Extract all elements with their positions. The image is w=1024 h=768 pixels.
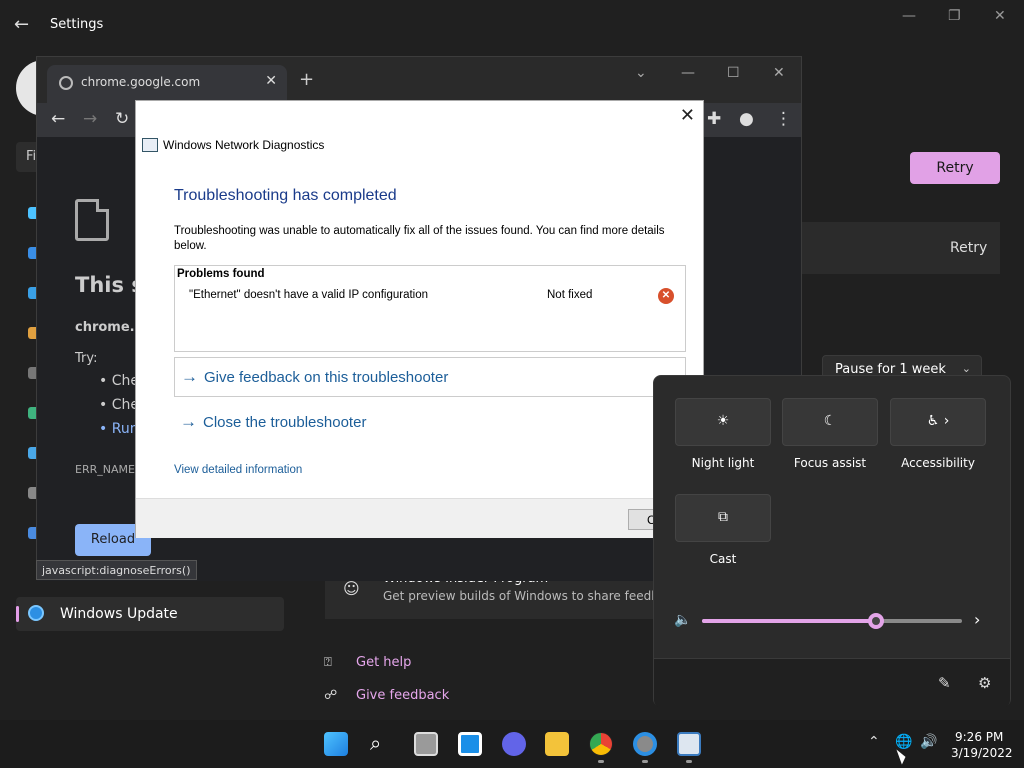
suggestion-item: • Che [99, 373, 139, 389]
sad-page-icon [75, 199, 109, 241]
chevron-up-icon[interactable]: ⌃ [868, 734, 880, 750]
teams-chat-icon[interactable] [502, 732, 526, 756]
cast-toggle[interactable]: ⧉ [675, 494, 771, 542]
volume-icon[interactable]: 🔈 [674, 612, 691, 628]
problem-status: Not fixed [547, 289, 593, 301]
taskbar: ⌕ ⌃ 🌐 🔊 9:26 PM 3/19/2022 [0, 720, 1024, 768]
clock-time[interactable]: 9:26 PM [955, 730, 1003, 744]
give-feedback-link[interactable]: ☍ Give feedback [324, 688, 449, 703]
cast-icon: ⧉ [718, 509, 728, 525]
chrome-minimize-icon[interactable]: — [681, 65, 695, 81]
network-diagnostics-taskbar-icon[interactable] [677, 732, 701, 756]
dialog-footer: C [136, 498, 708, 538]
dialog-heading: Troubleshooting has completed [174, 187, 397, 204]
error-host: chrome.g [75, 320, 144, 335]
night-light-toggle[interactable]: ☀ [675, 398, 771, 446]
running-indicator [686, 760, 692, 763]
new-tab-plus-icon[interactable]: + [299, 69, 314, 90]
volume-slider[interactable] [702, 613, 962, 629]
tab-title: chrome.google.com [81, 75, 201, 89]
give-feedback-troubleshooter-link[interactable]: → Give feedback on this troubleshooter [174, 357, 686, 397]
clock-date[interactable]: 3/19/2022 [951, 746, 1013, 760]
edit-pencil-icon[interactable]: ✎ [938, 674, 951, 692]
search-icon[interactable]: ⌕ [370, 731, 394, 755]
tile-label: Focus assist [793, 456, 867, 470]
night-light-icon: ☀ [716, 413, 730, 429]
volume-slider-thumb[interactable] [868, 613, 885, 629]
chevron-down-icon: ⌄ [961, 362, 971, 375]
globe-icon [59, 76, 73, 90]
speaker-icon[interactable]: 🔊 [920, 734, 937, 750]
selected-indicator [16, 606, 19, 622]
retry-button[interactable]: Retry [910, 152, 1000, 184]
gear-icon[interactable]: ⚙ [978, 674, 991, 692]
task-view-icon[interactable] [414, 732, 438, 756]
menu-kebab-icon[interactable]: ⋮ [775, 109, 792, 129]
forward-icon[interactable]: → [83, 109, 97, 129]
running-indicator [642, 760, 648, 763]
tile-label: Cast [709, 552, 737, 566]
insider-subtitle: Get preview builds of Windows to share f… [383, 589, 680, 603]
back-icon[interactable]: ← [51, 109, 65, 129]
quick-settings-footer: ✎ ⚙ [654, 658, 1010, 708]
dialog-description: Troubleshooting was unable to automatica… [174, 225, 665, 252]
sidebar-item-windows-update[interactable]: Windows Update [16, 597, 284, 631]
error-code: ERR_NAME [75, 463, 135, 476]
not-fixed-error-icon: ✕ [658, 288, 674, 304]
focus-assist-toggle[interactable]: ☾ [782, 398, 878, 446]
extensions-icon[interactable]: ✚ [707, 109, 721, 129]
get-help-link[interactable]: ⍰ Get help [324, 655, 411, 670]
suggestion-item: • Che [99, 397, 139, 413]
file-explorer-icon[interactable] [545, 732, 569, 756]
chrome-tabstrip: chrome.google.com ✕ + ⌄ — ☐ ✕ [37, 57, 801, 103]
sidebar-item-label: Windows Update [60, 606, 178, 622]
tile-label: Accessibility [901, 456, 975, 470]
back-arrow-icon[interactable]: ← [14, 14, 29, 35]
start-windows-icon[interactable] [324, 732, 348, 756]
chrome-maximize-icon[interactable]: ☐ [727, 65, 740, 81]
network-diagnostics-icon [142, 138, 158, 152]
windows-update-icon [28, 605, 44, 621]
running-indicator [598, 760, 604, 763]
focus-assist-icon: ☾ [823, 413, 837, 429]
chrome-icon[interactable] [589, 732, 613, 756]
network-diagnostics-dialog: ✕ Windows Network Diagnostics Troublesho… [135, 100, 708, 538]
status-bubble-url: javascript:diagnoseErrors() [36, 560, 197, 580]
arrow-right-icon: → [181, 367, 198, 386]
widgets-icon[interactable] [458, 732, 482, 756]
profile-icon[interactable]: ● [739, 109, 754, 129]
settings-titlebar: ← Settings — ❐ ✕ [0, 0, 1024, 48]
tab-search-chevron-icon[interactable]: ⌄ [635, 65, 647, 81]
problems-header: Problems found [177, 268, 265, 280]
quick-settings-flyout: ☀ Night light ☾ Focus assist ♿ › Accessi… [653, 375, 1011, 708]
feedback-icon: ☍ [324, 688, 338, 703]
tile-label: Night light [691, 456, 755, 470]
chrome-close-icon[interactable]: ✕ [773, 65, 785, 81]
chrome-tab[interactable]: chrome.google.com ✕ [47, 65, 287, 103]
dialog-title: Windows Network Diagnostics [163, 138, 325, 152]
problem-name[interactable]: "Ethernet" doesn't have a valid IP confi… [189, 289, 428, 301]
settings-window-title: Settings [50, 17, 104, 32]
chevron-right-icon[interactable]: › [974, 610, 980, 629]
settings-gear-icon[interactable] [633, 732, 657, 756]
minimize-icon[interactable]: — [902, 8, 916, 24]
arrow-right-icon: → [180, 412, 197, 431]
restore-icon[interactable]: ❐ [948, 8, 961, 24]
close-icon[interactable]: ✕ [994, 8, 1006, 24]
network-no-internet-icon[interactable]: 🌐 [895, 734, 912, 750]
run-diagnostics-link[interactable]: • Run [99, 421, 139, 437]
dialog-close-icon[interactable]: ✕ [680, 105, 695, 126]
volume-slider-fill [702, 619, 877, 623]
problems-list: Problems found "Ethernet" doesn't have a… [174, 265, 686, 352]
tab-close-icon[interactable]: ✕ [265, 73, 277, 89]
help-icon: ⍰ [324, 655, 332, 670]
view-detailed-information-link[interactable]: View detailed information [174, 464, 302, 476]
accessibility-icon: ♿ › [926, 413, 950, 429]
insider-cat-icon: ☺ [343, 579, 360, 598]
reload-icon[interactable]: ↻ [115, 109, 129, 129]
retry-secondary-button[interactable]: Retry [950, 240, 987, 256]
accessibility-toggle[interactable]: ♿ › [890, 398, 986, 446]
try-label: Try: [75, 351, 98, 366]
close-troubleshooter-link[interactable]: → Close the troubleshooter [174, 403, 686, 443]
